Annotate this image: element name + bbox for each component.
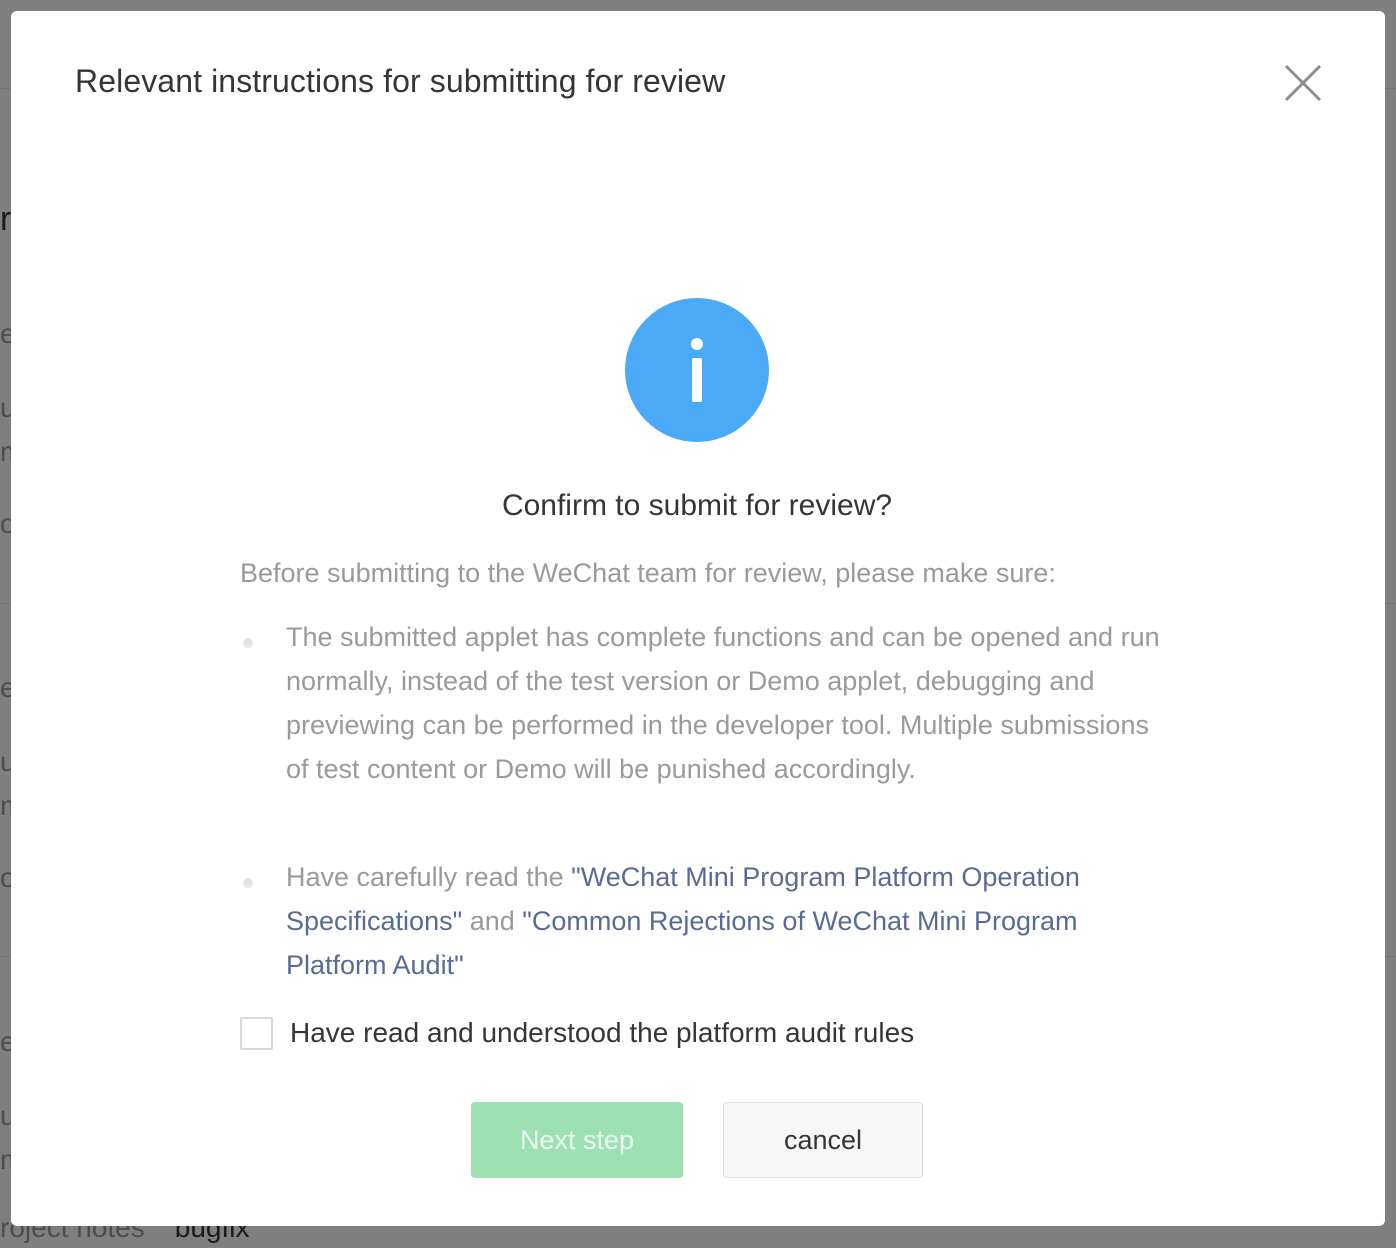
- bullet-text: Have carefully read the "WeChat Mini Pro…: [286, 855, 1166, 987]
- close-button[interactable]: [1281, 61, 1325, 105]
- bullet-middle: and: [462, 906, 523, 936]
- bullet-prefix: Have carefully read the: [286, 862, 572, 892]
- info-icon: [625, 298, 769, 442]
- agree-label[interactable]: Have read and understood the platform au…: [290, 1017, 914, 1049]
- bullet-text: The submitted applet has complete functi…: [286, 622, 1160, 784]
- next-step-button[interactable]: Next step: [471, 1102, 683, 1178]
- dialog-title: Relevant instructions for submitting for…: [75, 63, 726, 99]
- agree-row[interactable]: Have read and understood the platform au…: [240, 1016, 914, 1050]
- close-icon: [1284, 64, 1322, 102]
- submit-review-dialog: Relevant instructions for submitting for…: [11, 11, 1385, 1226]
- bullet-dot-icon: [243, 878, 253, 888]
- intro-text: Before submitting to the WeChat team for…: [240, 558, 1056, 588]
- agree-checkbox[interactable]: [240, 1016, 273, 1050]
- info-icon-dot: [691, 338, 703, 350]
- info-icon-bar: [692, 358, 702, 402]
- bullet-dot-icon: [243, 638, 253, 648]
- cancel-button[interactable]: cancel: [723, 1102, 923, 1178]
- confirm-heading: Confirm to submit for review?: [501, 489, 893, 522]
